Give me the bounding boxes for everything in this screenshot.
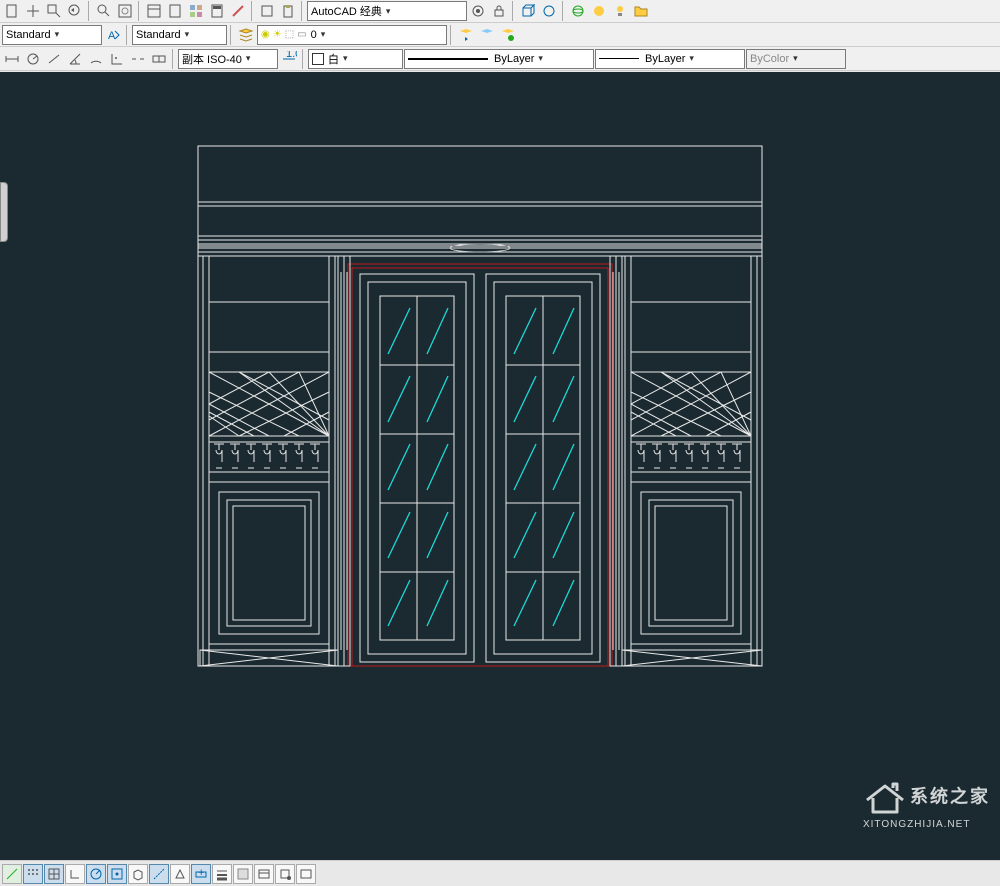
- plotstyle-value: ByColor: [750, 53, 789, 65]
- snap-grid-icon[interactable]: [23, 864, 43, 884]
- light-icon[interactable]: [610, 1, 630, 21]
- open-icon[interactable]: [631, 1, 651, 21]
- dim-arc-icon[interactable]: [86, 49, 106, 69]
- polar-icon[interactable]: [86, 864, 106, 884]
- bulb-icon: ◉: [261, 29, 270, 40]
- lwt-icon[interactable]: [212, 864, 232, 884]
- tpy-icon[interactable]: [233, 864, 253, 884]
- sun-icon: ☀: [273, 29, 282, 40]
- ortho-icon[interactable]: [65, 864, 85, 884]
- paste-icon[interactable]: [278, 1, 298, 21]
- color-dropdown[interactable]: 白: [308, 49, 403, 69]
- cad-drawing: [0, 72, 1000, 860]
- color-value: 白: [328, 51, 339, 67]
- workspace-lock-icon[interactable]: [489, 1, 509, 21]
- new-icon[interactable]: [2, 1, 22, 21]
- view-cube-icon[interactable]: [518, 1, 538, 21]
- separator: [302, 49, 305, 69]
- dimstyle-dropdown[interactable]: 副本 ISO-40: [178, 49, 278, 69]
- workspace-dropdown[interactable]: AutoCAD 经典: [307, 1, 467, 21]
- workspace-value: AutoCAD 经典: [311, 3, 382, 19]
- workspace-settings-icon[interactable]: [468, 1, 488, 21]
- layer-prev-icon[interactable]: [456, 25, 476, 45]
- separator: [88, 1, 91, 21]
- dimstyle-mgr-icon[interactable]: 1.0: [279, 49, 299, 69]
- block-icon[interactable]: [257, 1, 277, 21]
- layer-value: 0: [311, 29, 317, 41]
- linetype-dropdown[interactable]: ByLayer: [404, 49, 594, 69]
- dim-aligned-icon[interactable]: [44, 49, 64, 69]
- markup-icon[interactable]: [228, 1, 248, 21]
- textstyle-mgr-icon[interactable]: A: [103, 25, 123, 45]
- sheet-icon[interactable]: [165, 1, 185, 21]
- separator: [301, 1, 304, 21]
- lineweight-preview: [599, 58, 639, 59]
- textstyle2-value: Standard: [136, 29, 181, 41]
- svg-text:1.0: 1.0: [286, 51, 297, 60]
- osnap-icon[interactable]: [107, 864, 127, 884]
- render-icon[interactable]: [589, 1, 609, 21]
- zoom-window-icon[interactable]: [44, 1, 64, 21]
- toolbar-row-1: AutoCAD 经典: [0, 0, 1000, 23]
- dim-radius-icon[interactable]: [23, 49, 43, 69]
- properties-icon[interactable]: [144, 1, 164, 21]
- layer-freeze-icon[interactable]: [477, 25, 497, 45]
- lock-icon: ⬚: [285, 29, 294, 40]
- tool-palette-icon[interactable]: [186, 1, 206, 21]
- drawing-canvas[interactable]: 系统之家 XITONGZHIJIA.NET: [0, 72, 1000, 860]
- sc-icon[interactable]: [275, 864, 295, 884]
- status-bar: +: [0, 860, 1000, 886]
- dyn-icon[interactable]: +: [191, 864, 211, 884]
- qp-icon[interactable]: [254, 864, 274, 884]
- lineweight-dropdown[interactable]: ByLayer: [595, 49, 745, 69]
- toolbar-row-3: 副本 ISO-40 1.0 白 ByLayer ByLayer ByColor: [0, 47, 1000, 71]
- svg-text:A: A: [108, 30, 116, 42]
- zoom-icon[interactable]: [94, 1, 114, 21]
- separator: [251, 1, 254, 21]
- layer-dropdown[interactable]: ◉ ☀ ⬚ ▭ 0: [257, 25, 447, 45]
- toolbar-row-2: Standard A Standard ◉ ☀ ⬚ ▭ 0: [0, 23, 1000, 47]
- infer-icon[interactable]: [2, 864, 22, 884]
- separator: [512, 1, 515, 21]
- ducs-icon[interactable]: [170, 864, 190, 884]
- separator: [172, 49, 175, 69]
- layer-states-icon[interactable]: [236, 25, 256, 45]
- dim-linear-icon[interactable]: [2, 49, 22, 69]
- layer-status-icons: ◉ ☀ ⬚ ▭: [261, 29, 307, 40]
- zoom-all-icon[interactable]: [115, 1, 135, 21]
- zoom-prev-icon[interactable]: [65, 1, 85, 21]
- pan-icon[interactable]: [23, 1, 43, 21]
- nav-bar-icon[interactable]: [539, 1, 559, 21]
- dim-angle-icon[interactable]: [65, 49, 85, 69]
- orbit-icon[interactable]: [568, 1, 588, 21]
- dim-break-icon[interactable]: [128, 49, 148, 69]
- separator: [126, 25, 129, 45]
- separator: [138, 1, 141, 21]
- dim-tol-icon[interactable]: [149, 49, 169, 69]
- separator: [562, 1, 565, 21]
- dim-ord-icon[interactable]: [107, 49, 127, 69]
- separator: [450, 25, 453, 45]
- textstyle2-dropdown[interactable]: Standard: [132, 25, 227, 45]
- plotstyle-dropdown[interactable]: ByColor: [746, 49, 846, 69]
- 3dosnap-icon[interactable]: [128, 864, 148, 884]
- dimstyle-value: 副本 ISO-40: [182, 51, 242, 67]
- linetype-value: ByLayer: [494, 53, 534, 65]
- textstyle1-value: Standard: [6, 29, 51, 41]
- am-icon[interactable]: [296, 864, 316, 884]
- lineweight-value: ByLayer: [645, 53, 685, 65]
- textstyle1-dropdown[interactable]: Standard: [2, 25, 102, 45]
- otrack-icon[interactable]: [149, 864, 169, 884]
- color-swatch: [312, 53, 324, 65]
- svg-text:+: +: [198, 867, 204, 879]
- layer-iso-icon[interactable]: [498, 25, 518, 45]
- separator: [230, 25, 233, 45]
- grid-icon[interactable]: [44, 864, 64, 884]
- calc-icon[interactable]: [207, 1, 227, 21]
- linetype-preview: [408, 58, 488, 60]
- plot-icon: ▭: [297, 29, 306, 40]
